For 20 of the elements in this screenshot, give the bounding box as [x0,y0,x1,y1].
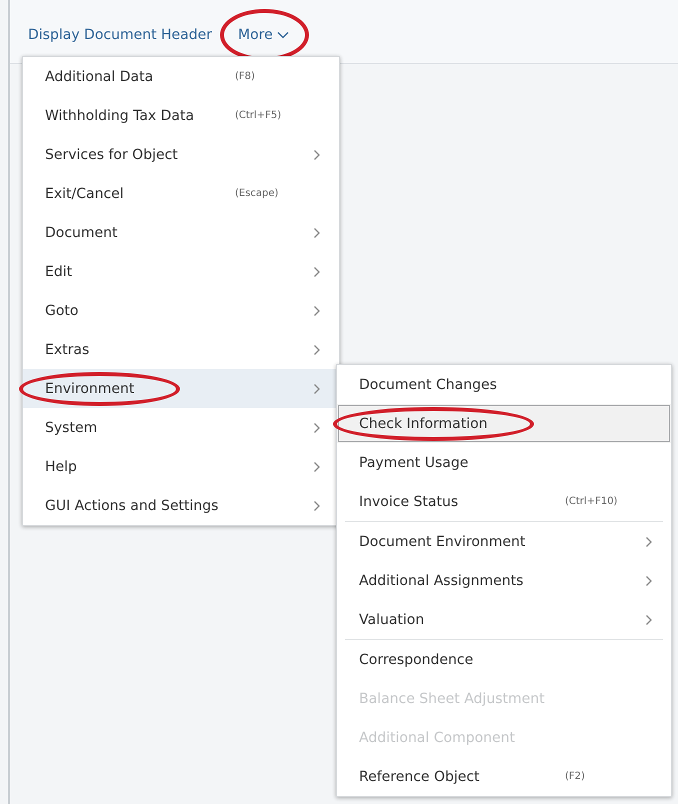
menu-item[interactable]: Document Changes [337,365,671,404]
menu-item[interactable]: Services for Object [23,135,339,174]
menu-item[interactable]: Invoice Status (Ctrl+F10) [337,482,671,521]
menu-item[interactable]: Withholding Tax Data (Ctrl+F5) [23,96,339,135]
menu-item[interactable]: Edit [23,252,339,291]
menu-item[interactable]: Document [23,213,339,252]
page-title: Display Document Header [28,26,212,42]
menu-item[interactable]: Goto [23,291,339,330]
menu-item[interactable]: Additional Assignments [337,561,671,600]
menu-item[interactable]: Additional Data (F8) [23,57,339,96]
menu-item[interactable]: Valuation [337,600,671,639]
menu-item[interactable]: GUI Actions and Settings [23,486,339,525]
menu-item[interactable]: Payment Usage [337,443,671,482]
more-button[interactable]: More [232,22,295,46]
menu-item[interactable]: Extras [23,330,339,369]
chevron-down-icon [276,30,289,38]
menu-item[interactable]: Reference Object (F2) [337,757,671,796]
menu-item[interactable]: Exit/Cancel (Escape) [23,174,339,213]
menu-item[interactable]: Document Environment [337,522,671,561]
menu-item[interactable]: Correspondence [337,640,671,679]
